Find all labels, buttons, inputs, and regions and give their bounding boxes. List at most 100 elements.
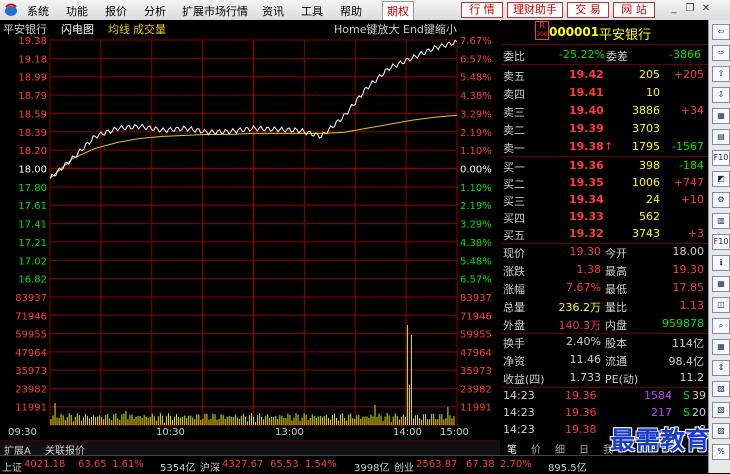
chart-icon[interactable]: ▤ <box>712 129 730 145</box>
forward-icon[interactable]: ⇨ <box>712 45 730 61</box>
chart2-icon[interactable]: ▨ <box>712 381 730 397</box>
time-tick-label: 13:00 <box>275 427 304 438</box>
stat-label: 换手 <box>503 337 525 350</box>
restore-icon[interactable]: ❐ <box>684 3 696 15</box>
price-tick-label: 18.39 <box>18 128 47 139</box>
weicha-value: -3866 <box>669 48 701 61</box>
stat-label: 内盘 <box>605 319 627 332</box>
stat-label: 涨幅 <box>503 283 525 296</box>
minimize-icon[interactable]: _ <box>668 3 680 15</box>
tick-side: S <box>683 406 690 419</box>
search-icon[interactable]: ⌕ <box>712 318 730 334</box>
quote-tab[interactable]: 价 <box>531 441 541 456</box>
menu-extended-market[interactable]: 扩展市场行情 <box>182 3 248 19</box>
chart3-icon[interactable]: ▧ <box>712 402 730 418</box>
price-tick-label: 18.79 <box>18 91 47 102</box>
menu-news[interactable]: 资讯 <box>262 3 284 19</box>
volume-tick-label: 71946 <box>460 311 492 322</box>
tick-count: 39 <box>692 389 706 402</box>
volume-tick-label: 83937 <box>460 293 492 304</box>
bid-change: +10 <box>680 193 704 206</box>
menu-function[interactable]: 功能 <box>66 3 88 19</box>
volume-tick-label: 11991 <box>460 403 492 414</box>
tick-time: 14:23 <box>503 423 535 436</box>
stat-label: 总量 <box>503 301 525 314</box>
tick-time: 14:23 <box>503 406 535 419</box>
kline-icon[interactable]: ◩ <box>712 171 730 187</box>
percent-tick-label: 6.57% <box>460 275 492 286</box>
percent-tick-label: 5.48% <box>460 73 492 84</box>
stat-row: 现价 19.30 今开 18.00 <box>501 242 708 261</box>
menu-system[interactable]: 系统 <box>27 3 49 19</box>
down-icon[interactable]: ⇩ <box>712 87 730 103</box>
intraday-chart[interactable]: 平安银行 闪电图 均线 成交量 Home键放大 End键缩小 19.38 19.1… <box>0 20 500 440</box>
pct-icon[interactable]: % <box>712 444 730 460</box>
bid-price: 19.35 <box>569 176 604 189</box>
quote-tab[interactable]: 日 <box>579 441 589 456</box>
menu-tools[interactable]: 工具 <box>301 3 323 19</box>
info-icon[interactable]: ℹ <box>712 255 730 271</box>
tools-icon[interactable]: ⚙ <box>712 192 730 208</box>
close-icon[interactable]: ✕ <box>700 3 712 15</box>
hs-index-value: 4327.67 <box>222 459 264 470</box>
ask-label: 卖二 <box>503 124 525 137</box>
stat-row: 收益(四) 1.733 PE(动) 11.2 <box>501 368 708 388</box>
chart4-icon[interactable]: ▨ <box>712 423 730 439</box>
bid-volume: 24 <box>646 193 660 206</box>
volume-tick-label: 23982 <box>15 384 47 395</box>
up-icon[interactable]: ⇧ <box>712 66 730 82</box>
ask-level-row: 卖四 19.41 10 <box>501 83 708 102</box>
grid-icon[interactable]: ▦ <box>712 339 730 355</box>
fund-icon[interactable]: ▥ <box>712 213 730 229</box>
menu-quote[interactable]: 报价 <box>105 3 127 19</box>
f10-icon[interactable]: F10 <box>712 234 730 250</box>
stat-value: 98.4亿 <box>668 355 705 368</box>
quote-tab[interactable]: 笔 <box>507 441 517 456</box>
table-icon[interactable]: ▦ <box>712 276 730 292</box>
trend-icon[interactable]: ◫ <box>712 297 730 313</box>
ask-price: 19.39 <box>569 122 604 135</box>
menu-analysis[interactable]: 分析 <box>144 3 166 19</box>
percent-tick-label: 0.00% <box>460 165 492 176</box>
weibi-value: -25.22% <box>559 48 605 61</box>
stat-value: 11.46 <box>569 353 602 366</box>
stat-label: 股本 <box>605 337 627 350</box>
quote-tab[interactable]: 细 <box>555 441 565 456</box>
percent-tick-label: 1.10% <box>460 183 492 194</box>
percent-tick-label: 6.57% <box>460 54 492 65</box>
price-tick-label: 17.41 <box>18 220 47 231</box>
ask-volume: 205 <box>639 68 660 81</box>
market-button[interactable]: 行 情 <box>461 2 503 18</box>
stat-label: 最低 <box>605 283 627 296</box>
bid-price: 19.33 <box>569 210 604 223</box>
quote-panel: R 300 000001 平安银行 委比 -25.22% 委差 -3866 卖五 1… <box>501 20 708 440</box>
back-icon[interactable]: ⇦ <box>712 24 730 40</box>
trade-button[interactable]: 交 易 <box>567 2 609 18</box>
ask-price: 19.42 <box>569 68 604 81</box>
tick-count: 20 <box>692 406 706 419</box>
price-tick-label: 18.99 <box>18 73 47 84</box>
stat-value: 1.733 <box>569 371 602 384</box>
ask-level-row: 卖二 19.39 3703 <box>501 119 708 138</box>
finance-assistant-button[interactable]: 理财助手 <box>507 2 563 18</box>
scroll-icon[interactable]: ⇕ <box>712 360 730 376</box>
website-button[interactable]: 网 站 <box>613 2 655 18</box>
f10-icon[interactable]: F10 <box>712 150 730 166</box>
menu-options[interactable]: 期权 <box>382 1 414 21</box>
price-tick-label: 17.21 <box>18 238 47 249</box>
cy-index-amount: 895.5亿 <box>548 463 587 474</box>
watermark: 最需教育 <box>610 426 711 455</box>
margin-badge-top: R <box>539 21 545 30</box>
stat-value: 11.2 <box>679 371 705 384</box>
ask-volume: 3703 <box>632 122 660 135</box>
hs-index-label: 沪深 <box>200 463 220 474</box>
ask-label: 卖三 <box>503 106 525 119</box>
menu-help[interactable]: 帮助 <box>340 3 362 19</box>
stat-row: 外盘 140.3万 内盘 959878 <box>501 314 708 334</box>
hs-index-amount: 3998亿 <box>354 463 390 474</box>
bid-price: 19.34 <box>569 193 604 206</box>
volume-tick-label: 35973 <box>15 366 47 377</box>
stat-label: 流通 <box>605 355 627 368</box>
quote-icon[interactable]: ▦ <box>712 108 730 124</box>
stat-value: 19.30 <box>672 263 705 276</box>
